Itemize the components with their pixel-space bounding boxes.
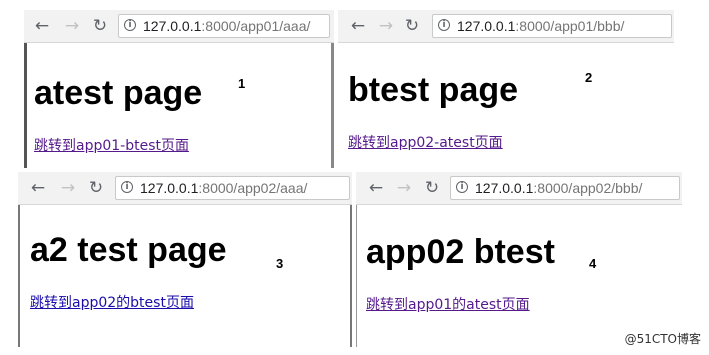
navigate-link[interactable]: 跳转到app02的btest页面 xyxy=(30,294,194,312)
info-icon[interactable]: i xyxy=(438,19,450,31)
url-text: 127.0.0.1:8000/app02/bbb/ xyxy=(475,177,642,199)
url-host: 127.0.0.1 xyxy=(475,180,534,196)
url-path: :8000/app02/aaa/ xyxy=(198,180,308,196)
back-icon[interactable]: ← xyxy=(32,16,52,36)
back-icon[interactable]: ← xyxy=(348,16,368,36)
back-icon[interactable]: ← xyxy=(28,178,48,198)
browser-toolbar: ← → ↻ i 127.0.0.1:8000/app02/bbb/ xyxy=(356,172,682,205)
url-path: :8000/app02/bbb/ xyxy=(533,180,643,196)
navigate-link[interactable]: 跳转到app01的atest页面 xyxy=(366,296,530,314)
watermark: @51CTO博客 xyxy=(624,332,701,346)
browser-window-3: ← → ↻ i 127.0.0.1:8000/app02/aaa/ a2 tes… xyxy=(18,172,352,347)
forward-icon[interactable]: → xyxy=(58,178,78,198)
browser-toolbar: ← → ↻ i 127.0.0.1:8000/app01/bbb/ xyxy=(338,10,674,43)
panel-number: 1 xyxy=(238,76,246,91)
browser-window-2: ← → ↻ i 127.0.0.1:8000/app01/bbb/ btest … xyxy=(338,10,674,168)
forward-icon[interactable]: → xyxy=(376,16,396,36)
url-text: 127.0.0.1:8000/app01/bbb/ xyxy=(457,15,624,37)
browser-toolbar: ← → ↻ i 127.0.0.1:8000/app01/aaa/ xyxy=(24,10,334,43)
navigate-link[interactable]: 跳转到app01-btest页面 xyxy=(34,137,189,155)
panel-number: 2 xyxy=(585,70,593,85)
panel-number: 3 xyxy=(276,256,284,271)
panel-number: 4 xyxy=(589,256,597,271)
navigate-link[interactable]: 跳转到app02-atest页面 xyxy=(348,134,503,152)
info-icon[interactable]: i xyxy=(124,19,136,31)
forward-icon[interactable]: → xyxy=(62,16,82,36)
address-bar[interactable]: i 127.0.0.1:8000/app02/bbb/ xyxy=(450,176,680,200)
url-path: :8000/app01/bbb/ xyxy=(515,18,625,34)
browser-window-1: ← → ↻ i 127.0.0.1:8000/app01/aaa/ atest … xyxy=(24,10,334,168)
page-title: app02 btest xyxy=(366,233,555,271)
info-icon[interactable]: i xyxy=(121,181,133,193)
forward-icon[interactable]: → xyxy=(394,178,414,198)
info-icon[interactable]: i xyxy=(456,181,468,193)
address-bar[interactable]: i 127.0.0.1:8000/app01/bbb/ xyxy=(432,14,672,38)
url-text: 127.0.0.1:8000/app02/aaa/ xyxy=(140,177,307,199)
address-bar[interactable]: i 127.0.0.1:8000/app01/aaa/ xyxy=(118,14,330,38)
browser-window-4: ← → ↻ i 127.0.0.1:8000/app02/bbb/ app02 … xyxy=(356,172,682,347)
reload-icon[interactable]: ↻ xyxy=(422,178,442,198)
url-text: 127.0.0.1:8000/app01/aaa/ xyxy=(143,15,310,37)
reload-icon[interactable]: ↻ xyxy=(402,16,422,36)
page-title: btest page xyxy=(348,71,519,109)
url-host: 127.0.0.1 xyxy=(457,18,516,34)
browser-toolbar: ← → ↻ i 127.0.0.1:8000/app02/aaa/ xyxy=(18,172,352,205)
back-icon[interactable]: ← xyxy=(366,178,386,198)
address-bar[interactable]: i 127.0.0.1:8000/app02/aaa/ xyxy=(115,176,350,200)
url-host: 127.0.0.1 xyxy=(143,18,202,34)
page-title: atest page xyxy=(34,74,203,112)
reload-icon[interactable]: ↻ xyxy=(86,178,106,198)
url-path: :8000/app01/aaa/ xyxy=(201,18,311,34)
reload-icon[interactable]: ↻ xyxy=(90,16,110,36)
url-host: 127.0.0.1 xyxy=(140,180,199,196)
page-title: a2 test page xyxy=(30,231,227,269)
